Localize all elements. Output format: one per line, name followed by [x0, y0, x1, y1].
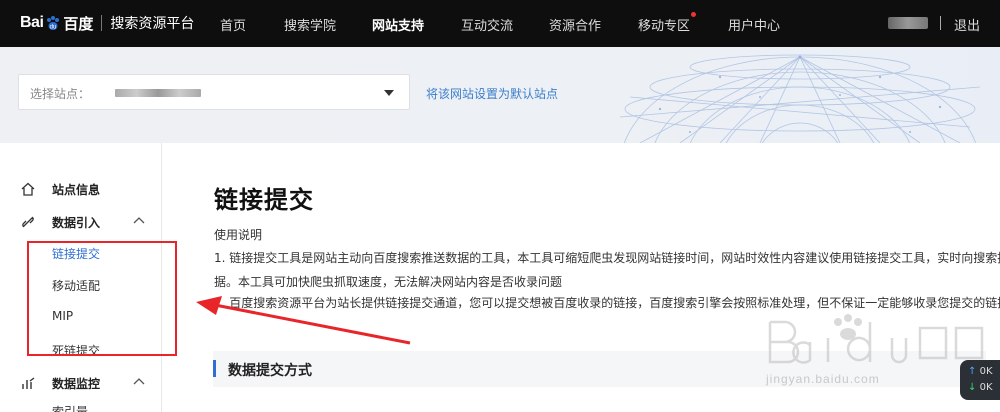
paw-icon: du — [45, 15, 61, 31]
home-icon — [21, 182, 35, 196]
svg-text:du: du — [50, 25, 57, 31]
site-select-value-redacted — [115, 89, 201, 97]
nav-interaction[interactable]: 互动交流 — [461, 15, 513, 34]
sidebar-item-label: 站点信息 — [52, 183, 101, 197]
nav-site-support[interactable]: 网站支持 — [372, 15, 424, 34]
upload-speed: ↑ 0K — [968, 366, 993, 377]
chevron-up-icon[interactable] — [133, 377, 145, 385]
download-speed: ↓ 0K — [968, 382, 993, 393]
nav-mobile-zone-label: 移动专区 — [638, 19, 691, 34]
arrow-up-icon: ↑ — [968, 366, 977, 377]
nav-user-center[interactable]: 用户中心 — [728, 15, 780, 34]
nav-resource-cooperation[interactable]: 资源合作 — [549, 15, 601, 34]
chevron-up-icon[interactable] — [133, 216, 145, 224]
site-select-label: 选择站点： — [30, 87, 91, 101]
username-redacted[interactable] — [888, 17, 928, 29]
caret-down-icon — [384, 90, 394, 96]
baidu-logo[interactable]: Bai du 百度 搜索资源平台 — [20, 12, 194, 34]
upload-speed-value: 0K — [979, 366, 993, 377]
sidebar-subitem-index-volume[interactable]: 索引量 — [52, 403, 88, 412]
globe-graphic — [619, 54, 981, 143]
link-icon — [22, 216, 34, 228]
arrow-down-icon: ↓ — [968, 382, 977, 393]
product-name: 搜索资源平台 — [110, 16, 195, 32]
usage-line-2: 据。本工具可加快爬虫抓取速度，无法解决网站内容是否收录问题 — [214, 275, 563, 289]
nav-mobile-zone[interactable]: 移动专区 — [638, 12, 697, 34]
sidebar-item-label: 数据监控 — [52, 377, 101, 391]
usage-line-1: 1. 链接提交工具是网站主动向百度搜索推送数据的工具，本工具可缩短爬虫发现网站链… — [214, 251, 1000, 265]
sidebar-item-label: 数据引入 — [52, 216, 101, 230]
section-title: 数据提交方式 — [228, 363, 312, 379]
annotation-highlight-box — [27, 241, 177, 356]
set-default-site-link[interactable]: 将该网站设置为默认站点 — [426, 85, 558, 102]
logo-brand-chinese: 百度 — [63, 14, 94, 33]
download-speed-value: 0K — [979, 382, 993, 393]
top-navigation-bar: Bai du 百度 搜索资源平台 首页 搜索学院 网站支持 互动交流 资源合作 … — [0, 0, 1000, 47]
nav-home[interactable]: 首页 — [220, 15, 246, 34]
site-banner: 选择站点： 将该网站设置为默认站点 — [0, 47, 1000, 143]
sidebar-item-data-import[interactable]: 数据引入 — [0, 207, 162, 237]
nav-search-academy[interactable]: 搜索学院 — [284, 15, 336, 34]
logo-brand-text: Bai — [20, 14, 44, 31]
notification-dot — [691, 12, 697, 17]
header-separator — [940, 16, 941, 30]
bar-chart-icon — [22, 377, 35, 389]
usage-heading: 使用说明 — [214, 228, 263, 242]
watermark-url: jingyan.baidu.com — [766, 372, 880, 386]
logo-divider — [101, 15, 103, 31]
logout-link[interactable]: 退出 — [954, 15, 980, 34]
sidebar-item-site-info[interactable]: 站点信息 — [0, 174, 162, 204]
site-select-dropdown[interactable]: 选择站点： — [18, 74, 410, 110]
page-title: 链接提交 — [214, 186, 314, 214]
sidebar-item-data-monitor[interactable]: 数据监控 — [0, 368, 162, 398]
section-accent-bar — [213, 360, 216, 377]
network-speed-widget[interactable]: ↑ 0K ↓ 0K — [960, 360, 1000, 400]
